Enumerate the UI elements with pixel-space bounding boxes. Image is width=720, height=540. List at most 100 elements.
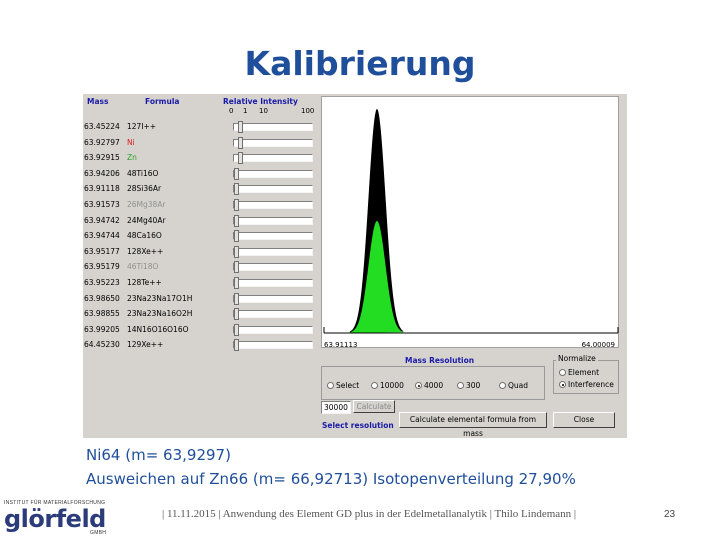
row-formula: 127I++ [127, 122, 157, 131]
resolution-radio-300[interactable]: 300 [457, 381, 480, 390]
scale-label: 100 [301, 107, 315, 115]
resolution-input[interactable]: 30000 [321, 401, 351, 414]
interference-row: 63.98855 23Na23Na16O2H [83, 307, 317, 321]
calculate-formula-button[interactable]: Calculate elemental formula from mass [399, 412, 547, 438]
scale-label: 1 [243, 107, 248, 115]
row-mass: 63.95223 [84, 278, 120, 287]
slider-thumb[interactable] [238, 152, 244, 165]
interference-row: 63.95223 128Te++ [83, 276, 317, 290]
slider-thumb[interactable] [234, 167, 239, 180]
row-formula: 14N16O16O16O [127, 324, 189, 334]
radio-label: Select [336, 381, 360, 390]
slider-thumb[interactable] [234, 261, 239, 274]
radio-dot [499, 382, 506, 389]
row-formula: 23Na23Na16O2H [127, 309, 193, 319]
intensity-slider[interactable] [233, 339, 313, 352]
slider-thumb[interactable] [234, 199, 239, 211]
interference-row: 63.95179 46Ti18O [83, 260, 317, 274]
close-button[interactable]: Close [553, 412, 615, 428]
slider-thumb[interactable] [238, 136, 244, 149]
row-mass: 63.99205 [84, 324, 120, 334]
radio-label: 10000 [380, 381, 404, 390]
interference-row: 63.45224 127I++ [83, 120, 317, 134]
resolution-radio-select[interactable]: Select [327, 381, 359, 390]
row-mass: 63.91118 [84, 184, 120, 194]
normalize-radio-interference[interactable]: Interference [559, 380, 614, 389]
select-resolution-link[interactable]: Select resolution [322, 421, 394, 430]
caption-line-1: Ni64 (m= 63,9297) [86, 446, 231, 464]
mass-resolution-title: Mass Resolution [403, 356, 477, 365]
resolution-radio-10000[interactable]: 10000 [371, 381, 404, 390]
row-formula: 48Ca16O [127, 231, 162, 241]
row-formula: 48Ti16O [127, 168, 159, 178]
intensity-slider[interactable] [233, 277, 313, 289]
intensity-slider[interactable] [233, 152, 313, 165]
interference-row: 63.94206 48Ti16O [83, 167, 317, 181]
slider-thumb[interactable] [234, 245, 239, 258]
radio-dot [327, 382, 334, 389]
radio-label: Interference [568, 380, 614, 389]
row-mass: 63.94744 [84, 231, 120, 241]
slider-thumb[interactable] [238, 121, 244, 133]
slider-thumb[interactable] [234, 292, 239, 305]
interference-row: 63.95177 128Xe++ [83, 245, 317, 259]
intensity-slider[interactable] [233, 230, 313, 243]
radio-dot [457, 382, 464, 389]
row-formula: Ni [127, 137, 135, 147]
scale-label: 10 [259, 107, 268, 115]
row-formula: 128Xe++ [127, 246, 164, 256]
row-mass: 64.45230 [84, 340, 120, 350]
row-mass: 63.94206 [84, 168, 120, 178]
caption-line-2: Ausweichen auf Zn66 (m= 66,92713) Isotop… [86, 470, 576, 488]
resolution-radio-4000[interactable]: 4000 [415, 381, 443, 390]
row-formula: 24Mg40Ar [127, 215, 166, 225]
normalize-title: Normalize [556, 354, 598, 363]
intensity-slider[interactable] [233, 214, 313, 227]
interference-row: 63.91118 28Si36Ar [83, 182, 317, 196]
slider-thumb[interactable] [234, 183, 239, 196]
intensity-slider[interactable] [233, 308, 313, 321]
radio-label: Quad [508, 381, 529, 390]
slider-thumb[interactable] [234, 308, 239, 321]
row-mass: 63.94742 [84, 215, 120, 225]
row-mass: 63.92915 [84, 153, 120, 163]
slide-footer: | 11.11.2015 | Anwendung des Element GD … [162, 508, 577, 520]
slider-thumb[interactable] [234, 230, 239, 243]
intensity-slider[interactable] [233, 136, 313, 149]
intensity-slider[interactable] [233, 183, 313, 196]
intensity-slider[interactable] [233, 121, 313, 133]
intensity-slider[interactable] [233, 167, 313, 180]
slider-thumb[interactable] [234, 214, 239, 227]
interference-row: 63.98650 23Na23Na17O1H [83, 292, 317, 306]
intensity-slider[interactable] [233, 199, 313, 211]
intensity-slider[interactable] [233, 323, 313, 336]
x-min-label: 63.91113 [324, 341, 358, 349]
row-mass: 63.45224 [84, 122, 120, 131]
logo-sub: GMBH [90, 530, 107, 536]
resolution-radio-quad[interactable]: Quad [499, 381, 528, 390]
row-mass: 63.91573 [84, 200, 120, 209]
interference-row: 63.94744 48Ca16O [83, 229, 317, 243]
row-mass: 63.98855 [84, 309, 120, 319]
radio-dot [371, 382, 378, 389]
radio-dot [415, 382, 422, 389]
intensity-slider[interactable] [233, 245, 313, 258]
normalize-radio-element[interactable]: Element [559, 368, 599, 377]
row-formula: 129Xe++ [127, 340, 164, 350]
slider-thumb[interactable] [234, 277, 239, 289]
mass-header: Mass [87, 97, 109, 106]
row-formula: 23Na23Na17O1H [127, 293, 193, 303]
interference-row: 63.92797 Ni [83, 136, 317, 150]
formula-header: Formula [145, 97, 180, 106]
row-formula: 26Mg38Ar [127, 200, 166, 209]
slider-thumb[interactable] [234, 339, 239, 352]
intensity-slider[interactable] [233, 292, 313, 305]
intensity-slider[interactable] [233, 261, 313, 274]
slider-thumb[interactable] [234, 323, 239, 336]
radio-dot [559, 369, 566, 376]
logo: INSTITUT FÜR MATERIALFORSCHUNG glörfeld … [4, 500, 124, 536]
radio-label: Element [568, 368, 600, 377]
calculate-button[interactable]: Calculate [353, 400, 395, 413]
row-formula: 128Te++ [127, 278, 162, 287]
interference-row: 63.94742 24Mg40Ar [83, 214, 317, 228]
